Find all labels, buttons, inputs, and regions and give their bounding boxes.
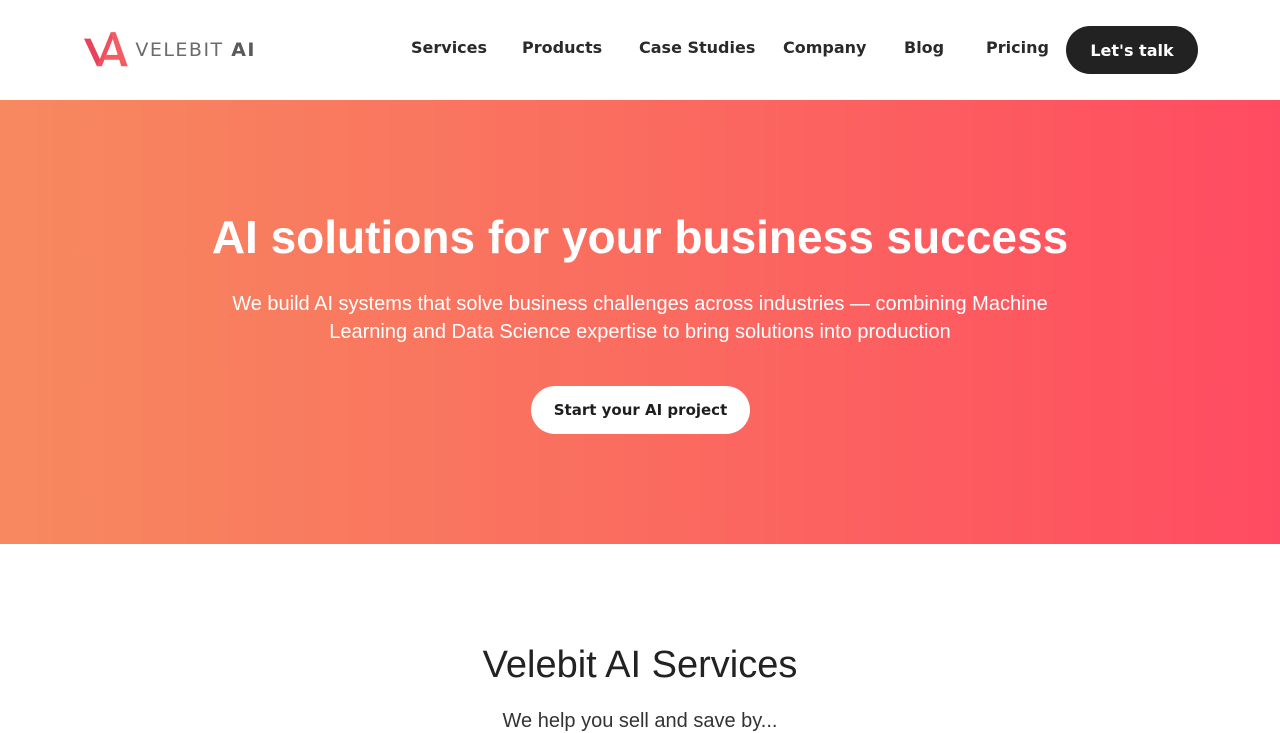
logo[interactable]: VELEBIT AI — [84, 26, 256, 74]
start-ai-project-button[interactable]: Start your AI project — [531, 386, 750, 434]
hero-title: AI solutions for your business success — [211, 211, 1069, 263]
site-header: VELEBIT AI Services Products Case Studie… — [0, 0, 1280, 100]
velebit-logo-icon — [84, 32, 128, 67]
nav-link-blog[interactable]: Blog — [904, 38, 944, 57]
lets-talk-button[interactable]: Let's talk — [1066, 26, 1198, 74]
nav-link-company[interactable]: Company — [783, 38, 866, 57]
nav-link-services[interactable]: Services — [411, 38, 487, 57]
services-subtitle: We help you sell and save by... — [502, 710, 778, 732]
hero-subtitle: We build AI systems that solve business … — [232, 293, 1048, 343]
services-title: Velebit AI Services — [482, 644, 798, 686]
logo-wordmark: VELEBIT AI — [135, 39, 256, 61]
nav-link-pricing[interactable]: Pricing — [986, 38, 1049, 57]
nav-link-products[interactable]: Products — [522, 38, 602, 57]
nav-link-case-studies[interactable]: Case Studies — [639, 38, 755, 57]
hero-section: AI solutions for your business success W… — [0, 100, 1280, 544]
